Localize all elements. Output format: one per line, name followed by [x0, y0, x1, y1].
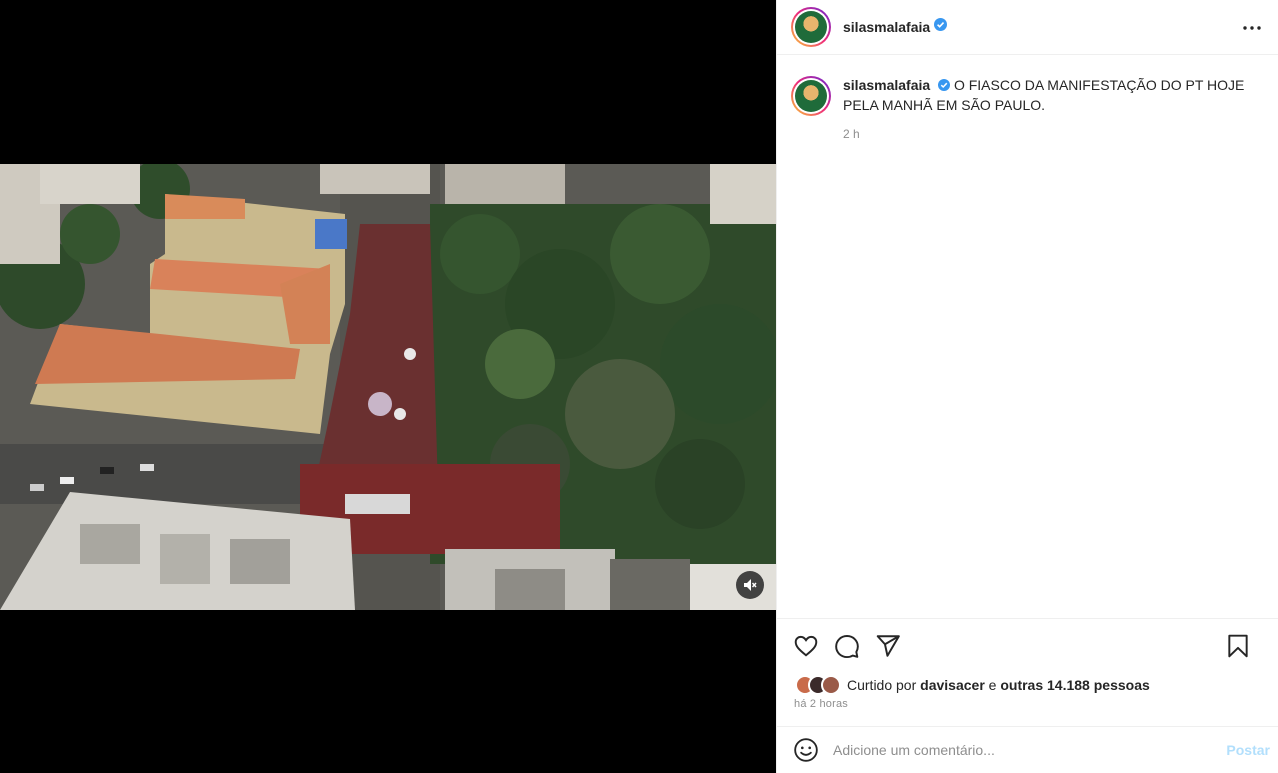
author-username[interactable]: silasmalafaia: [843, 19, 930, 35]
post-video[interactable]: [0, 164, 776, 610]
action-buttons-row: [793, 633, 1263, 659]
emoji-button[interactable]: [793, 737, 819, 763]
more-options-button[interactable]: [1238, 14, 1266, 42]
add-comment-bar: Postar: [777, 726, 1278, 773]
comment-bubble-icon: [835, 635, 859, 659]
speaker-muted-icon: [744, 579, 757, 591]
avatar-image: [795, 80, 827, 112]
liked-by-user[interactable]: davisacer: [920, 677, 985, 693]
save-button[interactable]: [1225, 633, 1251, 659]
post-timestamp[interactable]: há 2 horas: [794, 698, 848, 710]
like-button[interactable]: [793, 633, 819, 659]
author-avatar[interactable]: [791, 7, 831, 47]
post-caption: silasmalafaia O FIASCO DA MANIFESTAÇÃO D…: [791, 76, 1261, 144]
liked-by-connector: e: [988, 677, 997, 693]
caption-username[interactable]: silasmalafaia: [843, 77, 930, 93]
liked-by-prefix: Curtido por: [847, 677, 917, 693]
post-modal: silasmalafaia silasmalafaia O FIASCO DA …: [0, 0, 1278, 773]
bookmark-icon: [1228, 634, 1248, 658]
post-side-panel: silasmalafaia silasmalafaia O FIASCO DA …: [776, 0, 1278, 773]
post-comment-button[interactable]: Postar: [1226, 742, 1270, 758]
mute-button[interactable]: [736, 571, 764, 599]
caption-avatar[interactable]: [791, 76, 831, 116]
more-options-icon: [1243, 26, 1261, 30]
likes-summary: Curtido por davisacer e outras 14.188 pe…: [795, 675, 1150, 695]
caption-text-block: silasmalafaia O FIASCO DA MANIFESTAÇÃO D…: [843, 76, 1253, 144]
avatar-image: [795, 11, 827, 43]
liked-by-others-link[interactable]: outras 14.188 pessoas: [1000, 677, 1149, 693]
emoji-icon: [794, 738, 818, 762]
share-paper-plane-icon: [876, 635, 900, 657]
aerial-crowd-video-frame: [0, 164, 776, 610]
post-header: silasmalafaia: [777, 0, 1278, 55]
likes-text: Curtido por davisacer e outras 14.188 pe…: [847, 677, 1150, 693]
heart-icon: [794, 635, 818, 657]
liker-avatar: [821, 675, 841, 695]
share-button[interactable]: [875, 633, 901, 659]
media-panel: [0, 0, 776, 773]
liker-avatars: [795, 675, 847, 695]
verified-badge-icon: [938, 77, 951, 96]
comment-button[interactable]: [834, 633, 860, 659]
verified-badge-icon: [934, 18, 948, 36]
comment-input[interactable]: [833, 742, 1203, 758]
caption-timestamp[interactable]: 2 h: [843, 125, 1253, 144]
post-actions: Curtido por davisacer e outras 14.188 pe…: [777, 618, 1278, 726]
